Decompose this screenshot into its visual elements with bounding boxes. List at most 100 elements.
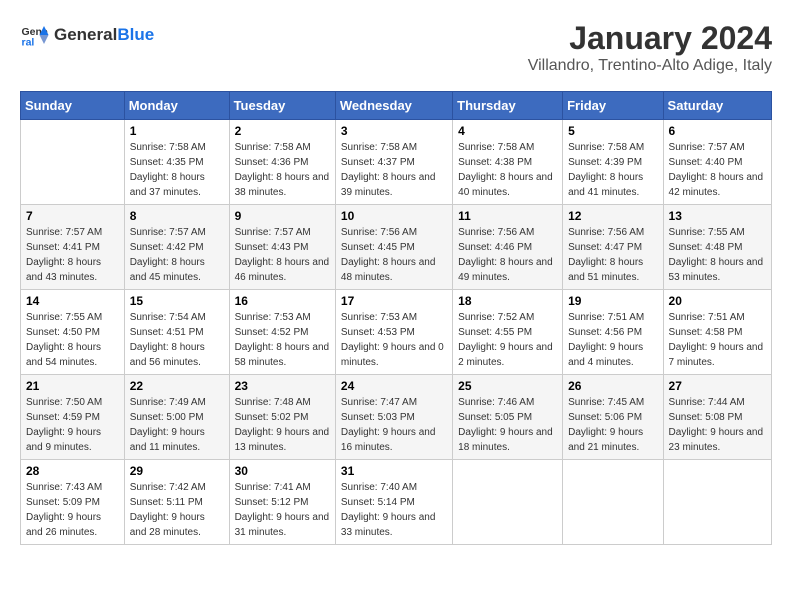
day-number: 10 [341,209,447,223]
day-info: Sunrise: 7:50 AMSunset: 4:59 PMDaylight:… [26,395,119,455]
calendar-cell: 24 Sunrise: 7:47 AMSunset: 5:03 PMDayligh… [335,375,452,460]
day-info: Sunrise: 7:43 AMSunset: 5:09 PMDaylight:… [26,480,119,540]
month-year-title: January 2024 [528,20,772,57]
calendar-cell [563,460,663,545]
day-number: 22 [130,379,224,393]
day-info: Sunrise: 7:41 AMSunset: 5:12 PMDaylight:… [235,480,330,540]
calendar-table: SundayMondayTuesdayWednesdayThursdayFrid… [20,91,772,545]
calendar-cell: 8 Sunrise: 7:57 AMSunset: 4:42 PMDaylight… [124,205,229,290]
svg-text:ral: ral [22,37,35,49]
calendar-cell: 27 Sunrise: 7:44 AMSunset: 5:08 PMDayligh… [663,375,771,460]
day-number: 29 [130,464,224,478]
day-info: Sunrise: 7:57 AMSunset: 4:40 PMDaylight:… [669,140,766,200]
day-info: Sunrise: 7:56 AMSunset: 4:46 PMDaylight:… [458,225,557,285]
day-info: Sunrise: 7:45 AMSunset: 5:06 PMDaylight:… [568,395,657,455]
col-header-thursday: Thursday [453,92,563,120]
day-number: 21 [26,379,119,393]
calendar-header-row: SundayMondayTuesdayWednesdayThursdayFrid… [21,92,772,120]
calendar-cell: 31 Sunrise: 7:40 AMSunset: 5:14 PMDayligh… [335,460,452,545]
calendar-cell [21,120,125,205]
day-number: 30 [235,464,330,478]
calendar-cell: 18Sunrise: 7:52 AMSunset: 4:55 PMDayligh… [453,290,563,375]
day-info: Sunrise: 7:40 AMSunset: 5:14 PMDaylight:… [341,480,447,540]
day-number: 13 [669,209,766,223]
day-info: Sunrise: 7:56 AMSunset: 4:45 PMDaylight:… [341,225,447,285]
calendar-week-row: 1 Sunrise: 7:58 AMSunset: 4:35 PMDaylight… [21,120,772,205]
day-info: Sunrise: 7:55 AMSunset: 4:48 PMDaylight:… [669,225,766,285]
calendar-cell: 14Sunrise: 7:55 AMSunset: 4:50 PMDayligh… [21,290,125,375]
col-header-saturday: Saturday [663,92,771,120]
day-info: Sunrise: 7:42 AMSunset: 5:11 PMDaylight:… [130,480,224,540]
day-info: Sunrise: 7:57 AMSunset: 4:41 PMDaylight:… [26,225,119,285]
day-info: Sunrise: 7:46 AMSunset: 5:05 PMDaylight:… [458,395,557,455]
day-number: 27 [669,379,766,393]
day-number: 9 [235,209,330,223]
calendar-cell: 6 Sunrise: 7:57 AMSunset: 4:40 PMDaylight… [663,120,771,205]
calendar-cell: 2 Sunrise: 7:58 AMSunset: 4:36 PMDaylight… [229,120,335,205]
calendar-cell: 13 Sunrise: 7:55 AMSunset: 4:48 PMDayligh… [663,205,771,290]
calendar-cell: 17 Sunrise: 7:53 AMSunset: 4:53 PMDayligh… [335,290,452,375]
day-info: Sunrise: 7:47 AMSunset: 5:03 PMDaylight:… [341,395,447,455]
day-number: 11 [458,209,557,223]
day-info: Sunrise: 7:53 AMSunset: 4:52 PMDaylight:… [235,310,330,370]
calendar-week-row: 14Sunrise: 7:55 AMSunset: 4:50 PMDayligh… [21,290,772,375]
day-info: Sunrise: 7:58 AMSunset: 4:38 PMDaylight:… [458,140,557,200]
logo-blue: Blue [117,25,154,44]
calendar-week-row: 28 Sunrise: 7:43 AMSunset: 5:09 PMDayligh… [21,460,772,545]
day-info: Sunrise: 7:57 AMSunset: 4:42 PMDaylight:… [130,225,224,285]
day-number: 1 [130,124,224,138]
calendar-cell: 3Sunrise: 7:58 AMSunset: 4:37 PMDaylight… [335,120,452,205]
day-info: Sunrise: 7:57 AMSunset: 4:43 PMDaylight:… [235,225,330,285]
day-number: 6 [669,124,766,138]
day-number: 17 [341,294,447,308]
day-number: 24 [341,379,447,393]
calendar-cell: 15Sunrise: 7:54 AMSunset: 4:51 PMDayligh… [124,290,229,375]
day-number: 4 [458,124,557,138]
day-info: Sunrise: 7:52 AMSunset: 4:55 PMDaylight:… [458,310,557,370]
day-info: Sunrise: 7:58 AMSunset: 4:35 PMDaylight:… [130,140,224,200]
day-number: 14 [26,294,119,308]
page-header: Gene ral GeneralBlue January 2024 Villan… [20,20,772,75]
day-info: Sunrise: 7:58 AMSunset: 4:37 PMDaylight:… [341,140,447,200]
calendar-cell: 4 Sunrise: 7:58 AMSunset: 4:38 PMDaylight… [453,120,563,205]
calendar-cell [453,460,563,545]
calendar-cell: 5Sunrise: 7:58 AMSunset: 4:39 PMDaylight… [563,120,663,205]
day-number: 23 [235,379,330,393]
col-header-wednesday: Wednesday [335,92,452,120]
calendar-cell [663,460,771,545]
col-header-friday: Friday [563,92,663,120]
calendar-cell: 22Sunrise: 7:49 AMSunset: 5:00 PMDayligh… [124,375,229,460]
day-info: Sunrise: 7:44 AMSunset: 5:08 PMDaylight:… [669,395,766,455]
day-number: 5 [568,124,657,138]
calendar-cell: 10 Sunrise: 7:56 AMSunset: 4:45 PMDayligh… [335,205,452,290]
calendar-cell: 25 Sunrise: 7:46 AMSunset: 5:05 PMDayligh… [453,375,563,460]
calendar-cell: 7Sunrise: 7:57 AMSunset: 4:41 PMDaylight… [21,205,125,290]
calendar-cell: 21 Sunrise: 7:50 AMSunset: 4:59 PMDayligh… [21,375,125,460]
day-number: 25 [458,379,557,393]
title-area: January 2024 Villandro, Trentino-Alto Ad… [528,20,772,75]
day-number: 8 [130,209,224,223]
day-info: Sunrise: 7:53 AMSunset: 4:53 PMDaylight:… [341,310,447,370]
day-info: Sunrise: 7:58 AMSunset: 4:36 PMDaylight:… [235,140,330,200]
day-number: 31 [341,464,447,478]
calendar-cell: 26 Sunrise: 7:45 AMSunset: 5:06 PMDayligh… [563,375,663,460]
day-number: 12 [568,209,657,223]
calendar-cell: 11 Sunrise: 7:56 AMSunset: 4:46 PMDayligh… [453,205,563,290]
calendar-cell: 19Sunrise: 7:51 AMSunset: 4:56 PMDayligh… [563,290,663,375]
calendar-cell: 30 Sunrise: 7:41 AMSunset: 5:12 PMDayligh… [229,460,335,545]
calendar-cell: 1 Sunrise: 7:58 AMSunset: 4:35 PMDaylight… [124,120,229,205]
calendar-cell: 9 Sunrise: 7:57 AMSunset: 4:43 PMDaylight… [229,205,335,290]
calendar-week-row: 7Sunrise: 7:57 AMSunset: 4:41 PMDaylight… [21,205,772,290]
calendar-cell: 23 Sunrise: 7:48 AMSunset: 5:02 PMDayligh… [229,375,335,460]
day-number: 2 [235,124,330,138]
day-number: 28 [26,464,119,478]
day-number: 26 [568,379,657,393]
logo-general: General [54,25,117,44]
col-header-sunday: Sunday [21,92,125,120]
calendar-week-row: 21 Sunrise: 7:50 AMSunset: 4:59 PMDayligh… [21,375,772,460]
col-header-tuesday: Tuesday [229,92,335,120]
calendar-cell: 16Sunrise: 7:53 AMSunset: 4:52 PMDayligh… [229,290,335,375]
day-info: Sunrise: 7:56 AMSunset: 4:47 PMDaylight:… [568,225,657,285]
day-number: 19 [568,294,657,308]
day-info: Sunrise: 7:48 AMSunset: 5:02 PMDaylight:… [235,395,330,455]
